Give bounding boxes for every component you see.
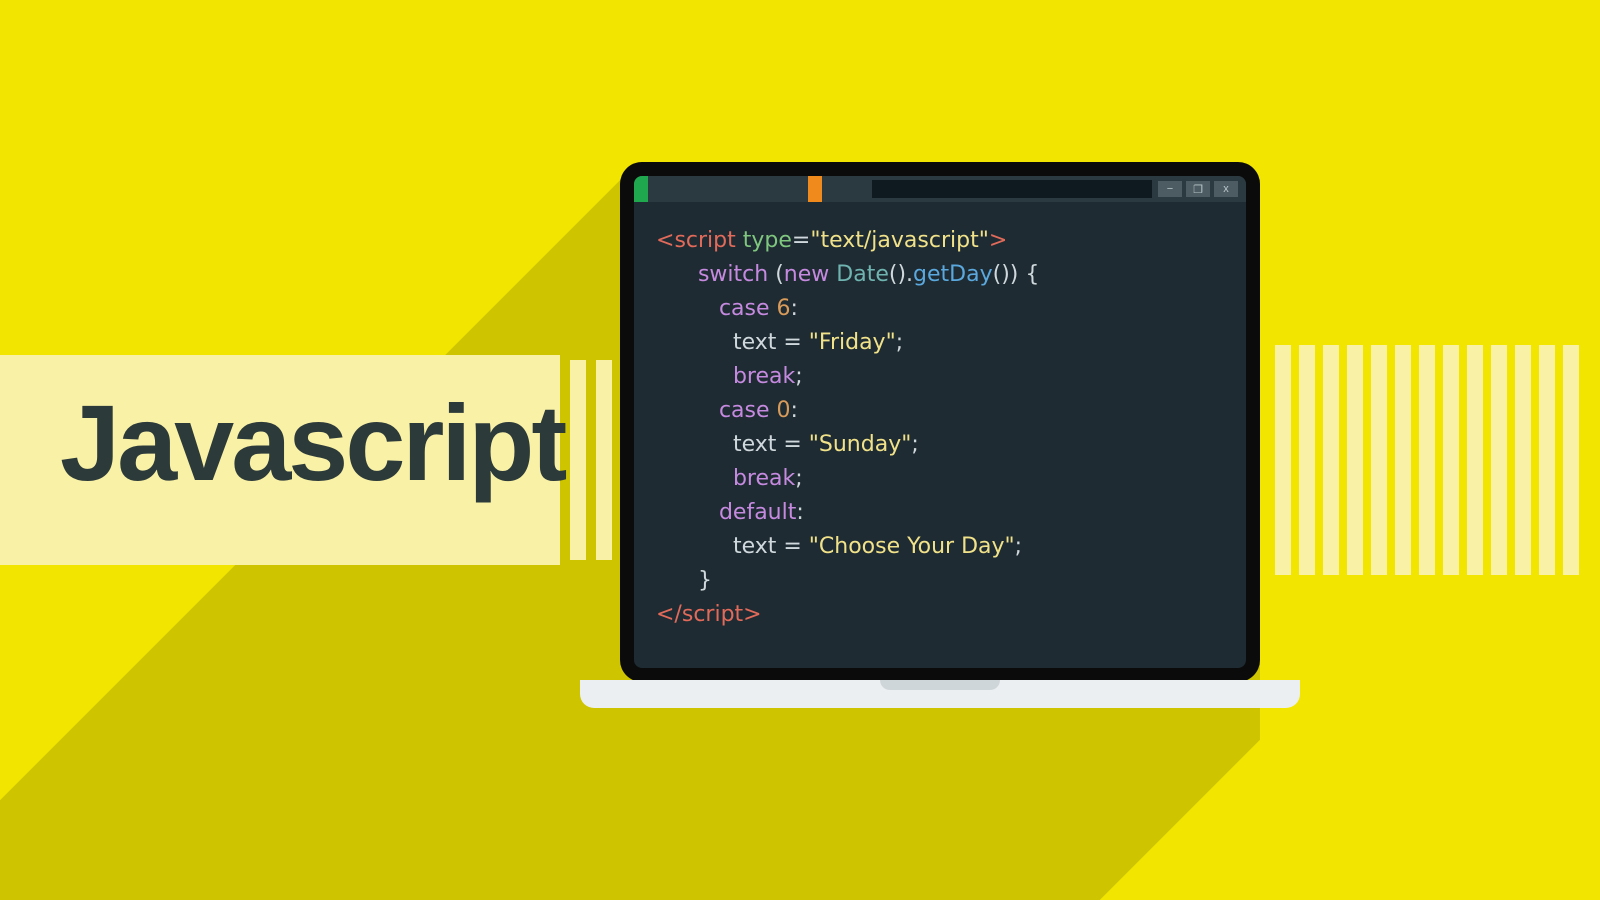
laptop-lid: − ❐ x <script type="text/javascript"> sw… bbox=[620, 162, 1260, 682]
javascript-illustration: Javascript − ❐ x <script type="text/java… bbox=[0, 0, 1600, 900]
code-token: "Sunday" bbox=[809, 432, 912, 457]
code-token: ; bbox=[911, 432, 918, 457]
code-token: case bbox=[719, 296, 777, 321]
modified-tab-indicator bbox=[808, 176, 822, 202]
code-token: text = bbox=[733, 330, 809, 355]
code-token: "Friday" bbox=[809, 330, 896, 355]
code-token: ()) { bbox=[993, 262, 1040, 287]
laptop-notch bbox=[880, 680, 1000, 690]
code-token: script bbox=[674, 228, 742, 253]
code-token: ; bbox=[795, 364, 802, 389]
close-icon: x bbox=[1214, 181, 1238, 197]
code-token: ; bbox=[795, 466, 802, 491]
decorative-bars-right bbox=[1275, 345, 1580, 575]
code-token: > bbox=[989, 228, 1007, 253]
code-token: "text/javascript" bbox=[810, 228, 988, 253]
toolbar-spacer bbox=[822, 176, 866, 202]
window-buttons: − ❐ x bbox=[1158, 176, 1246, 202]
editor-screen: − ❐ x <script type="text/javascript"> sw… bbox=[634, 176, 1246, 668]
code-token: : bbox=[791, 296, 798, 321]
code-token: 6 bbox=[777, 296, 791, 321]
tab-area bbox=[648, 176, 808, 202]
code-token: text = bbox=[733, 534, 809, 559]
code-token: < bbox=[656, 228, 674, 253]
code-token: (). bbox=[889, 262, 913, 287]
code-token: : bbox=[791, 398, 798, 423]
code-token: case bbox=[719, 398, 777, 423]
title-text: Javascript bbox=[60, 380, 564, 505]
code-token: break bbox=[733, 364, 795, 389]
code-token: 0 bbox=[777, 398, 791, 423]
active-tab-indicator bbox=[634, 176, 648, 202]
code-token: break bbox=[733, 466, 795, 491]
code-token: type bbox=[743, 228, 792, 253]
maximize-icon: ❐ bbox=[1186, 181, 1210, 197]
code-token: } bbox=[698, 568, 712, 593]
code-token: script bbox=[682, 602, 743, 627]
address-bar bbox=[872, 180, 1152, 198]
code-token: > bbox=[743, 602, 761, 627]
code-block: <script type="text/javascript"> switch (… bbox=[656, 224, 1236, 632]
code-token: : bbox=[796, 500, 803, 525]
laptop: − ❐ x <script type="text/javascript"> sw… bbox=[620, 162, 1260, 682]
code-token: switch bbox=[698, 262, 775, 287]
code-token: new bbox=[784, 262, 836, 287]
minimize-icon: − bbox=[1158, 181, 1182, 197]
code-token: default bbox=[719, 500, 796, 525]
code-token: ( bbox=[775, 262, 784, 287]
code-token: ; bbox=[896, 330, 903, 355]
code-token: Date bbox=[836, 262, 889, 287]
code-token: </ bbox=[656, 602, 682, 627]
editor-toolbar: − ❐ x bbox=[634, 176, 1246, 202]
code-token: = bbox=[792, 228, 810, 253]
code-token: ; bbox=[1015, 534, 1022, 559]
code-token: "Choose Your Day" bbox=[809, 534, 1015, 559]
code-token: getDay bbox=[913, 262, 993, 287]
code-token: text = bbox=[733, 432, 809, 457]
